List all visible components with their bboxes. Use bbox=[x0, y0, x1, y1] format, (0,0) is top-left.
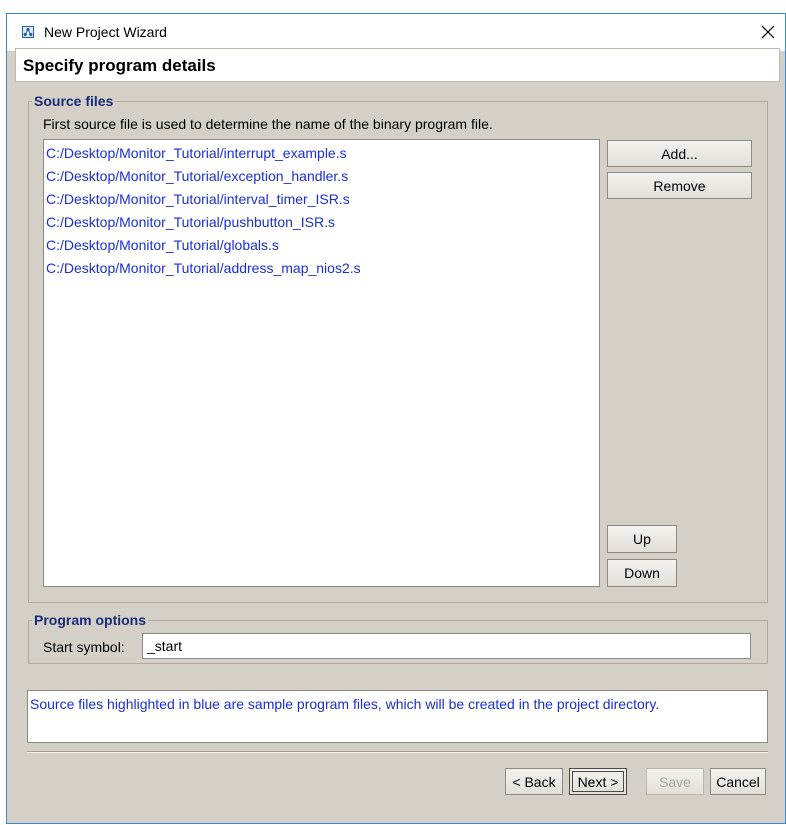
page-header: Specify program details bbox=[15, 48, 780, 82]
list-item[interactable]: C:/Desktop/Monitor_Tutorial/exception_ha… bbox=[44, 167, 599, 190]
app-icon bbox=[22, 26, 34, 38]
back-button[interactable]: < Back bbox=[505, 768, 563, 795]
up-button[interactable]: Up bbox=[607, 525, 677, 553]
down-button[interactable]: Down bbox=[607, 559, 677, 587]
program-options-legend: Program options bbox=[34, 612, 147, 628]
footer-separator bbox=[27, 751, 768, 753]
window-title: New Project Wizard bbox=[44, 24, 167, 40]
page-title: Specify program details bbox=[23, 56, 216, 75]
cancel-button[interactable]: Cancel bbox=[710, 768, 766, 795]
start-symbol-label: Start symbol: bbox=[43, 639, 125, 655]
list-item[interactable]: C:/Desktop/Monitor_Tutorial/interval_tim… bbox=[44, 190, 599, 213]
source-file-list[interactable]: C:/Desktop/Monitor_Tutorial/interrupt_ex… bbox=[43, 139, 600, 587]
list-item[interactable]: C:/Desktop/Monitor_Tutorial/interrupt_ex… bbox=[44, 144, 599, 167]
remove-button[interactable]: Remove bbox=[607, 172, 752, 199]
start-symbol-input[interactable] bbox=[142, 633, 751, 659]
add-button[interactable]: Add... bbox=[607, 140, 752, 167]
source-files-description: First source file is used to determine t… bbox=[43, 116, 493, 132]
close-icon[interactable] bbox=[759, 23, 777, 41]
save-button[interactable]: Save bbox=[646, 768, 704, 795]
title-bar: New Project Wizard bbox=[7, 14, 785, 51]
source-files-legend: Source files bbox=[34, 93, 114, 109]
list-item[interactable]: C:/Desktop/Monitor_Tutorial/pushbutton_I… bbox=[44, 213, 599, 236]
next-button[interactable]: Next > bbox=[569, 768, 627, 795]
list-item[interactable]: C:/Desktop/Monitor_Tutorial/address_map_… bbox=[44, 259, 599, 282]
list-item[interactable]: C:/Desktop/Monitor_Tutorial/globals.s bbox=[44, 236, 599, 259]
info-message: Source files highlighted in blue are sam… bbox=[27, 690, 768, 743]
